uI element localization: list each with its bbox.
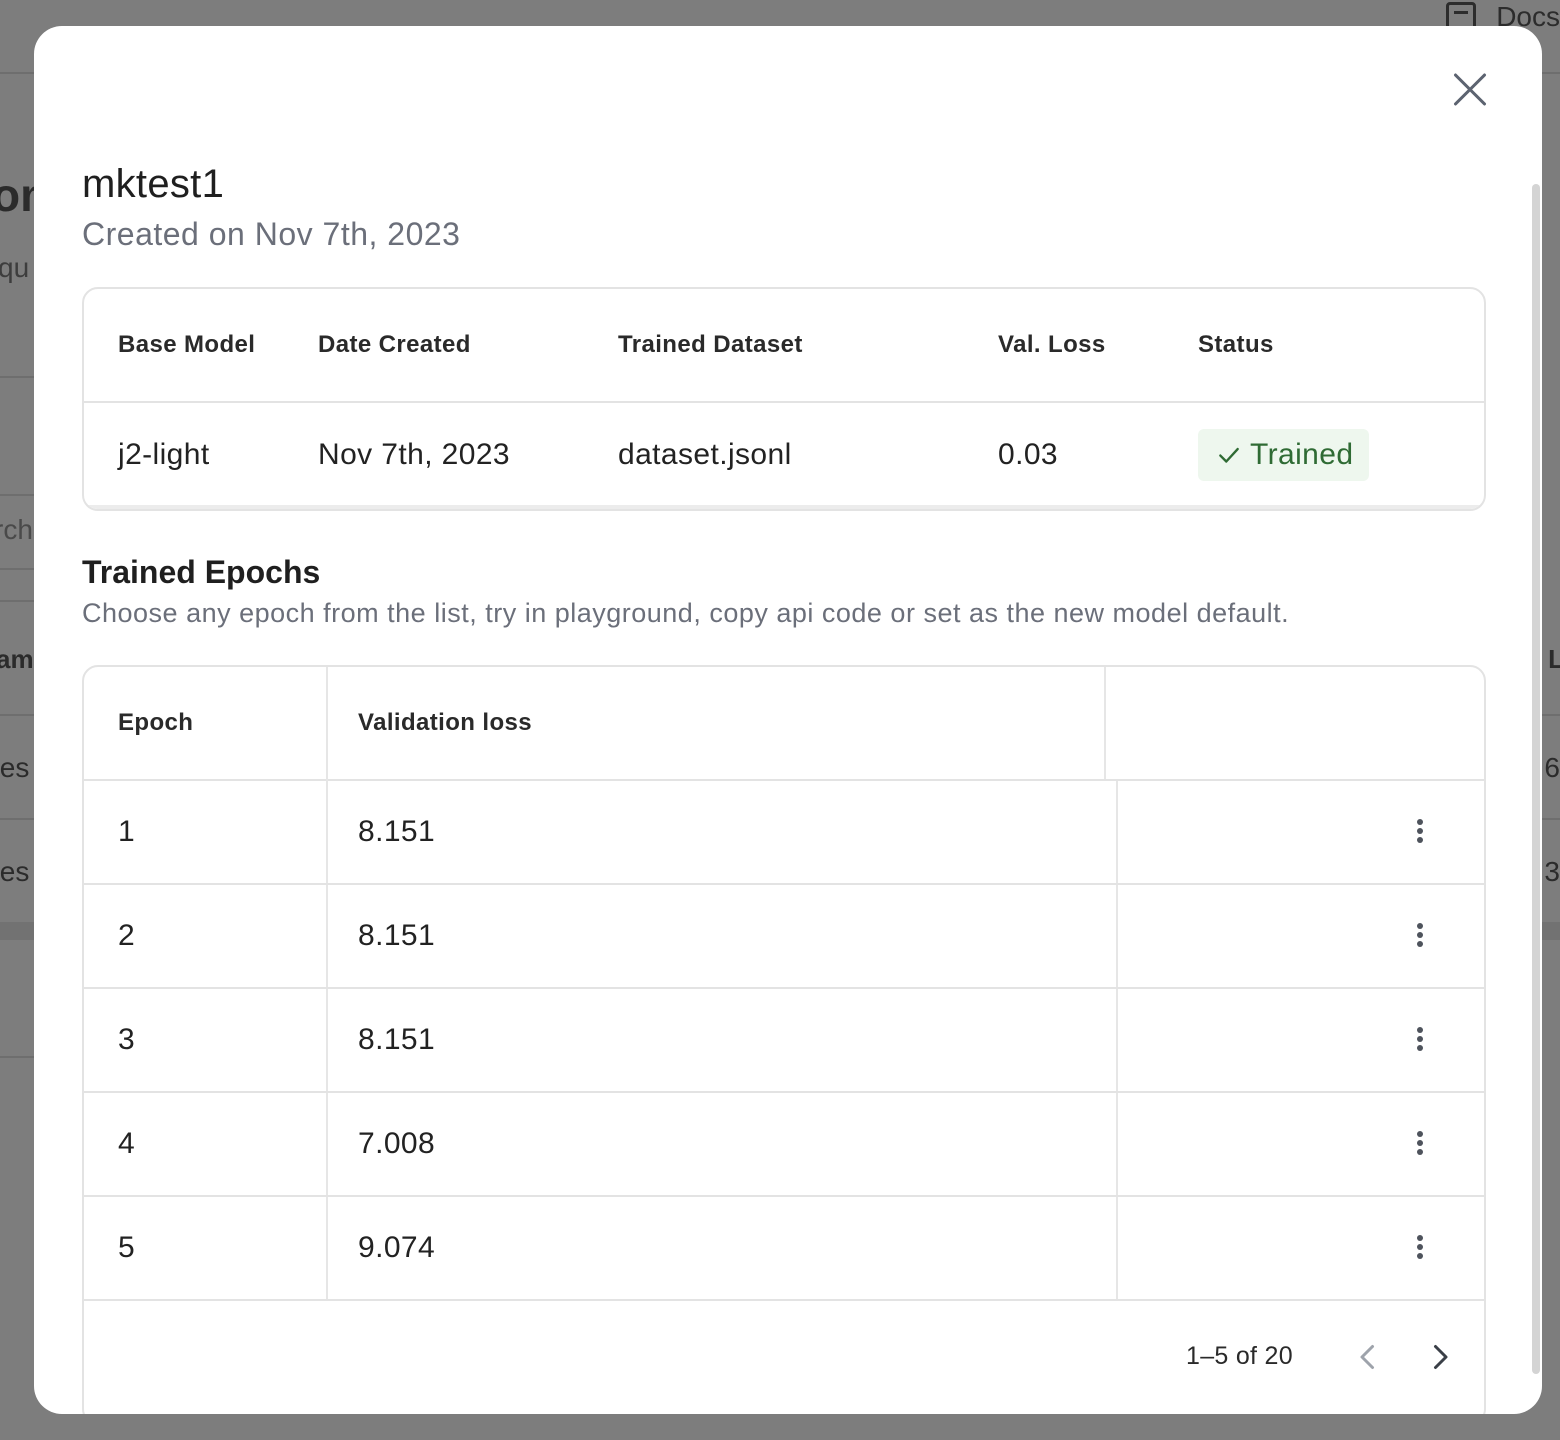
epoch-row[interactable]: 2 8.151 <box>84 885 1484 989</box>
background-divider <box>1540 818 1560 820</box>
background-page-subtitle: qu <box>0 252 30 283</box>
table-bottom-edge <box>84 505 1484 509</box>
epoch-validation-loss: 7.008 <box>358 1127 436 1160</box>
background-table-cell: 6 <box>1544 752 1560 783</box>
status-badge: Trained <box>1198 429 1370 481</box>
epoch-validation-loss: 8.151 <box>358 815 436 848</box>
chevron-right-icon[interactable] <box>1422 1339 1458 1375</box>
close-icon[interactable] <box>1448 68 1492 112</box>
epoch-row[interactable]: 1 8.151 <box>84 781 1484 885</box>
background-table-header: am <box>0 644 34 674</box>
header-status: Status <box>1198 331 1274 358</box>
chevron-left-icon[interactable] <box>1350 1339 1386 1375</box>
more-vert-icon[interactable] <box>1402 1125 1438 1161</box>
base-model-value: j2-light <box>118 438 210 471</box>
val-loss-value: 0.03 <box>998 438 1058 471</box>
model-created-date: Created on Nov 7th, 2023 <box>82 216 461 252</box>
epoch-validation-loss: 9.074 <box>358 1231 436 1264</box>
epoch-number: 2 <box>118 919 136 952</box>
epoch-number: 1 <box>118 815 136 848</box>
status-cell: Trained <box>1198 403 1370 507</box>
header-val-loss: Val. Loss <box>998 331 1106 358</box>
background-table-cell: 3 <box>1544 856 1560 887</box>
check-icon <box>1219 447 1239 463</box>
background-divider <box>1540 714 1560 716</box>
epoch-number: 5 <box>118 1231 136 1264</box>
epochs-header-row: Epoch Validation loss <box>84 667 1484 781</box>
epoch-validation-loss: 8.151 <box>358 1023 436 1056</box>
background-divider <box>0 600 34 602</box>
status-label: Trained <box>1250 438 1354 471</box>
column-divider <box>1104 667 1106 779</box>
epoch-row[interactable]: 3 8.151 <box>84 989 1484 1093</box>
background-divider <box>0 494 34 496</box>
header-base-model: Base Model <box>118 331 256 358</box>
trained-epochs-description: Choose any epoch from the list, try in p… <box>82 598 1290 628</box>
background-table-cell: tes <box>0 752 30 783</box>
date-created-value: Nov 7th, 2023 <box>318 438 510 471</box>
background-divider <box>0 714 34 716</box>
background-divider <box>0 568 34 570</box>
model-info-row: j2-light Nov 7th, 2023 dataset.jsonl 0.0… <box>84 403 1484 507</box>
epoch-row[interactable]: 5 9.074 <box>84 1197 1484 1301</box>
model-info-header-row: Base Model Date Created Trained Dataset … <box>84 289 1484 403</box>
background-table-cell: tes <box>0 856 30 887</box>
epoch-row[interactable]: 4 7.008 <box>84 1093 1484 1197</box>
model-info-table: Base Model Date Created Trained Dataset … <box>82 287 1486 511</box>
model-details-modal: mktest1 Created on Nov 7th, 2023 Base Mo… <box>34 26 1542 1414</box>
background-divider <box>0 376 34 378</box>
epoch-number: 3 <box>118 1023 136 1056</box>
more-vert-icon[interactable] <box>1402 813 1438 849</box>
background-divider <box>0 1056 34 1058</box>
epoch-validation-loss: 8.151 <box>358 919 436 952</box>
epochs-table: Epoch Validation loss 1 8.151 2 8.151 3 … <box>82 665 1486 1414</box>
header-epoch: Epoch <box>118 709 194 736</box>
background-search-input: rch <box>0 514 33 545</box>
more-vert-icon[interactable] <box>1402 917 1438 953</box>
trained-dataset-value: dataset.jsonl <box>618 438 792 471</box>
header-validation-loss: Validation loss <box>358 709 533 736</box>
modal-scrollbar[interactable] <box>1532 184 1540 1374</box>
pagination-range: 1–5 of 20 <box>1186 1342 1293 1370</box>
trained-epochs-title: Trained Epochs <box>82 554 321 590</box>
header-date-created: Date Created <box>318 331 471 358</box>
background-divider <box>0 818 34 820</box>
model-title: mktest1 <box>82 162 225 206</box>
more-vert-icon[interactable] <box>1402 1021 1438 1057</box>
more-vert-icon[interactable] <box>1402 1229 1438 1265</box>
epoch-number: 4 <box>118 1127 136 1160</box>
background-table-header: L <box>1548 644 1560 674</box>
header-trained-dataset: Trained Dataset <box>618 331 803 358</box>
